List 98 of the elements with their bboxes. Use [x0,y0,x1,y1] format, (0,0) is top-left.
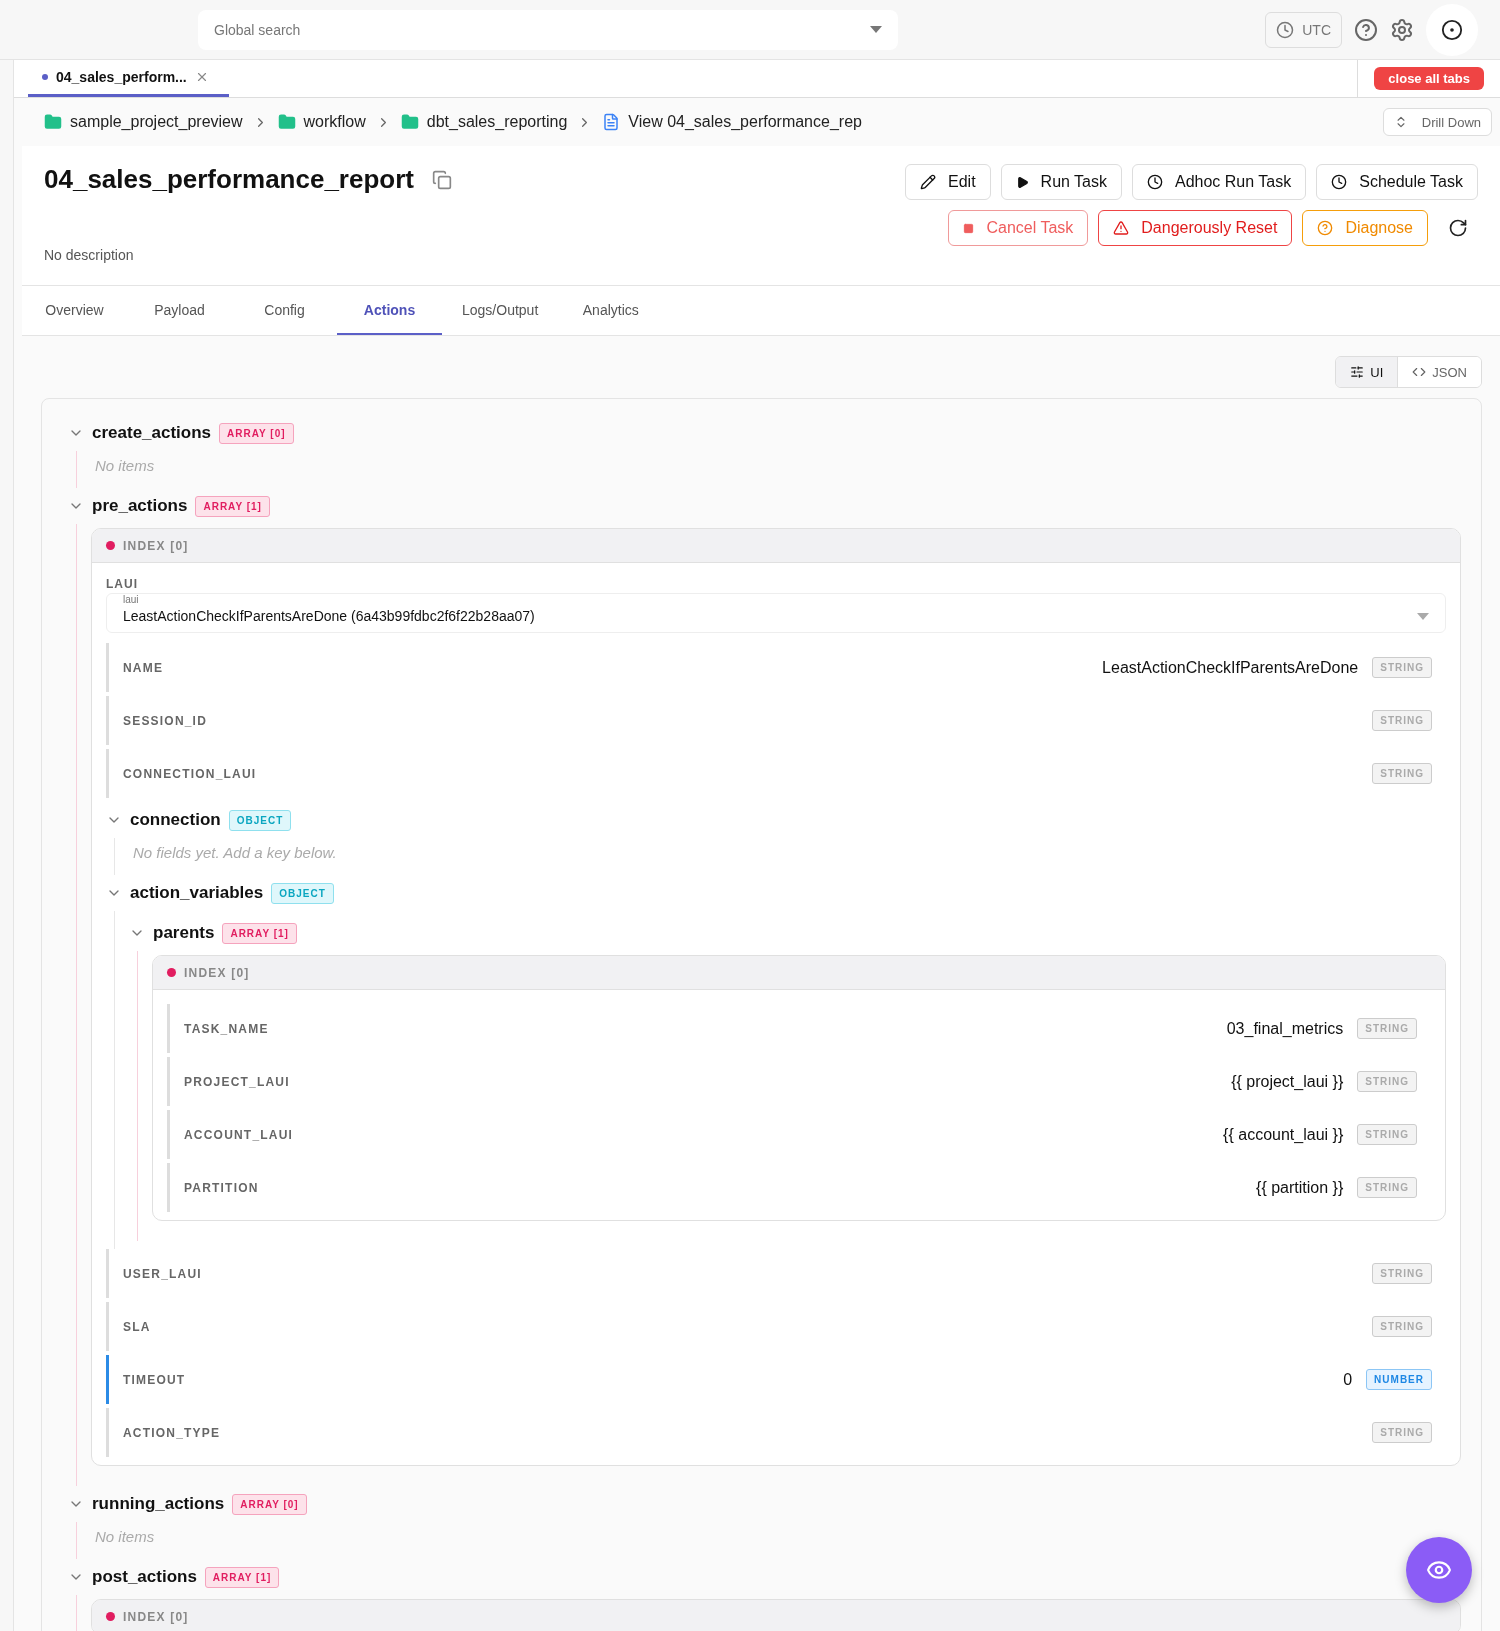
copy-icon[interactable] [432,169,452,190]
view-toggle-button[interactable]: UI [1336,357,1398,387]
node-name: post_actions [92,1567,197,1587]
field-value: 0 [1343,1370,1353,1389]
field-value: {{ project_laui }} [1231,1072,1344,1091]
node-name: create_actions [92,423,212,443]
field-key: SLA [123,1319,151,1334]
tab-dot [42,74,48,80]
field-key: ACTION_TYPE [123,1425,221,1440]
action-button[interactable]: Run Task [1000,164,1122,200]
field-key: PROJECT_LAUI [184,1074,290,1089]
type-badge: STRING [1372,1263,1432,1284]
index-label: INDEX [0] [123,1609,189,1624]
index-dot [167,968,176,977]
action-button[interactable]: Adhoc Run Task [1132,164,1307,200]
settings-icon[interactable] [1390,17,1414,42]
help-icon [1317,220,1334,236]
empty-text: No items [94,456,156,476]
breadcrumb-link[interactable]: View 04_sales_performance_rep [602,113,862,131]
action-button[interactable]: Schedule Task [1316,164,1478,200]
field-key: PARTITION [184,1180,259,1195]
type-badge: OBJECT [228,809,292,831]
action-button[interactable]: Dangerously Reset [1098,210,1293,246]
type-badge: STRING [1357,1124,1417,1145]
drill-down-button[interactable]: Drill Down [1382,108,1492,136]
caret-icon [1417,612,1429,620]
help-icon[interactable] [1354,17,1378,42]
index-label: INDEX [0] [184,965,250,980]
pencil-icon [920,174,936,190]
type-badge: ARRAY [1] [195,495,270,517]
field-key: TIMEOUT [123,1372,186,1387]
type-badge: STRING [1372,657,1432,678]
index-dot [106,1612,115,1621]
select-label: LAUI [106,577,138,591]
record-icon [1441,18,1463,41]
field-key: NAME [123,660,164,675]
play-icon [1015,175,1029,189]
type-badge: STRING [1372,1316,1432,1337]
empty-text: No items [94,1527,156,1547]
field-key: ACCOUNT_LAUI [184,1127,294,1142]
type-badge: STRING [1372,763,1432,784]
stop-icon [963,222,975,234]
type-badge: STRING [1357,1071,1417,1092]
warning-icon [1113,220,1130,236]
timezone-button[interactable]: UTC [1265,11,1342,48]
sliders-icon [1350,365,1365,379]
node-name: pre_actions [92,496,188,516]
code-icon [1412,365,1427,379]
field-value: 03_final_metrics [1226,1019,1344,1038]
global-search-field[interactable]: Global search [198,9,898,50]
folder-icon [400,113,419,131]
type-badge: NUMBER [1366,1369,1432,1390]
type-badge: ARRAY [0] [219,422,294,444]
field-value: LeastActionCheckIfParentsAreDone [1102,658,1359,677]
clock-icon [1331,174,1348,190]
page-tab[interactable]: Overview [22,286,127,335]
empty-text: No fields yet. Add a key below. [132,843,338,863]
description: No description [44,247,135,263]
clock-icon [1276,20,1295,39]
tab-label: 04_sales_perform... [56,69,187,85]
type-badge: STRING [1372,710,1432,731]
node-name: action_variables [130,883,264,903]
clock-icon [1147,174,1163,190]
node-name: parents [153,923,215,943]
field-key: TASK_NAME [184,1021,269,1036]
caret-icon [870,26,882,33]
node-name: running_actions [92,1494,225,1514]
folder-icon [44,113,62,131]
page-title: 04_sales_performance_report [44,164,414,195]
field-value: {{ account_laui }} [1223,1125,1344,1144]
index-dot [106,541,115,550]
select-field[interactable]: laui LeastActionCheckIfParentsAreDone (6a43b99fdbc2f6f22b28aa07) [106,593,1446,633]
field-value: {{ partition }} [1256,1178,1344,1197]
type-badge: ARRAY [1] [222,922,297,944]
field-key: SESSION_ID [123,713,208,728]
close-all-tabs-button[interactable]: close all tabs [1374,67,1484,90]
field-key: USER_LAUI [123,1266,202,1281]
file-icon [602,113,621,131]
breadcrumb-link[interactable]: dbt_sales_reporting [400,113,568,131]
action-button[interactable]: Edit [905,164,991,200]
type-badge: STRING [1357,1018,1417,1039]
breadcrumb-link[interactable]: workflow [277,113,366,131]
node-name: connection [130,810,221,830]
page-tab[interactable]: Actions [337,286,442,335]
page-tab[interactable]: Analytics [558,286,664,335]
folder-icon [277,113,296,131]
type-badge: STRING [1357,1177,1417,1198]
type-badge: ARRAY [0] [232,1493,307,1515]
type-badge: OBJECT [271,882,334,904]
page-tab[interactable]: Config [232,286,337,335]
page-tab[interactable]: Logs/Output [442,286,559,335]
page-tab[interactable]: Payload [127,286,232,335]
view-toggle-button[interactable]: JSON [1397,357,1481,387]
type-badge: STRING [1372,1422,1432,1443]
index-label: INDEX [0] [123,538,189,553]
field-key: CONNECTION_LAUI [123,766,257,781]
type-badge: ARRAY [1] [204,1566,280,1588]
breadcrumb-link[interactable]: sample_project_preview [44,113,243,131]
